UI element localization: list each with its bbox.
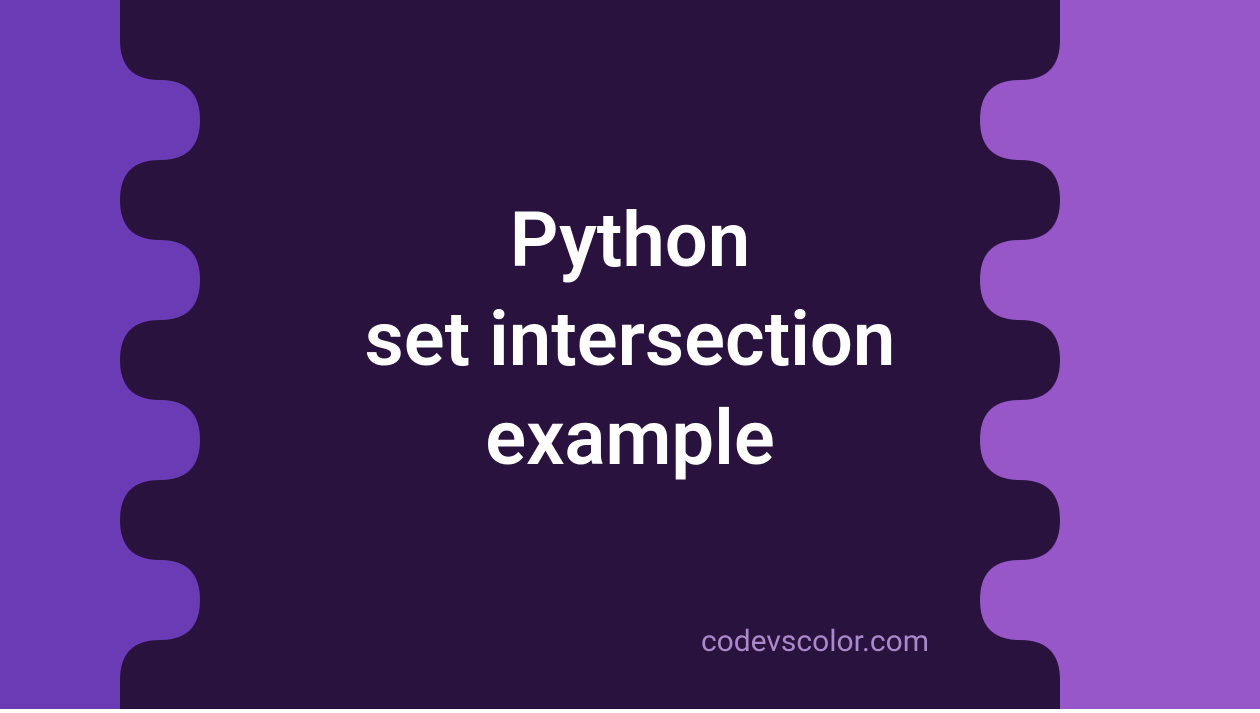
banner-container: Python set intersection example codevsco…: [0, 0, 1260, 709]
title-line-3: example: [365, 389, 896, 488]
attribution-text: codevscolor.com: [185, 624, 1260, 659]
banner-title: Python set intersection example: [365, 191, 896, 487]
title-line-1: Python: [365, 191, 896, 290]
content-wrapper: Python set intersection example codevsco…: [0, 0, 1260, 709]
title-line-2: set intersection: [365, 290, 896, 389]
